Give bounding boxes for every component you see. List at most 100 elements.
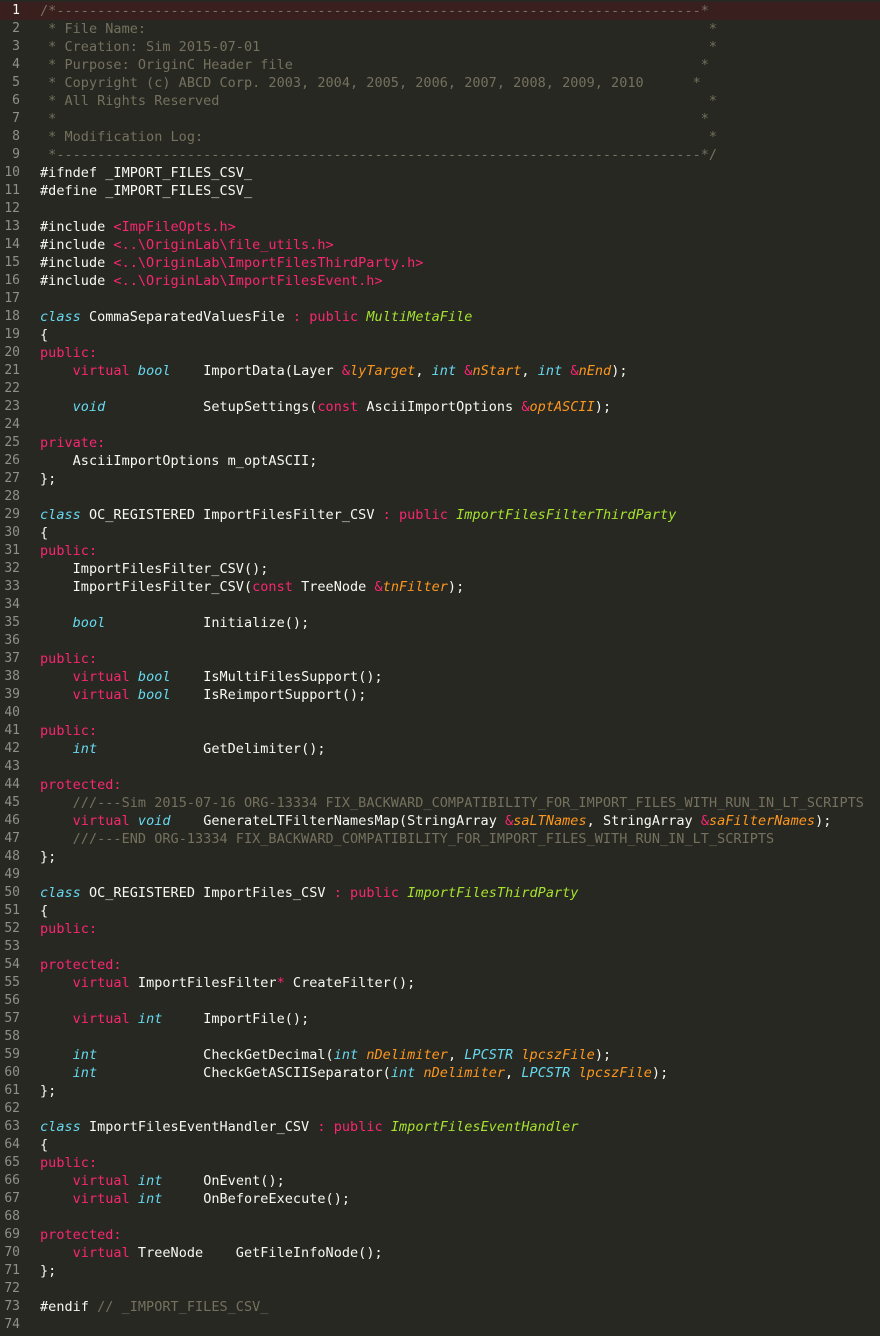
- code-token: // _IMPORT_FILES_CSV_: [97, 1299, 269, 1315]
- code-line[interactable]: 40: [0, 704, 880, 722]
- code-token: * Purpose: OriginC Header file *: [40, 57, 709, 73]
- code-line[interactable]: 43: [0, 758, 880, 776]
- code-token: void: [137, 813, 171, 829]
- code-token: lpcszFile: [521, 1047, 595, 1063]
- code-line[interactable]: 69 protected:: [0, 1226, 880, 1244]
- code-token: lyTarget: [350, 363, 416, 379]
- code-line[interactable]: 48};: [0, 848, 880, 866]
- code-line[interactable]: 28: [0, 488, 880, 506]
- line-number: 8: [12, 129, 20, 144]
- code-line[interactable]: 38 virtual bool IsMultiFilesSupport();: [0, 668, 880, 686]
- code-line[interactable]: 35 bool Initialize();: [0, 614, 880, 632]
- code-line[interactable]: 4 * Purpose: OriginC Header file *: [0, 56, 880, 74]
- code-line[interactable]: 29 class OC_REGISTERED ImportFilesFilter_…: [0, 506, 880, 524]
- code-line[interactable]: 60 int CheckGetASCIISeparator(int nDelim…: [0, 1064, 880, 1082]
- code-line[interactable]: 30 {: [0, 524, 880, 542]
- line-code: class OC_REGISTERED ImportFilesFilter_CS…: [40, 506, 676, 524]
- code-line[interactable]: 72: [0, 1280, 880, 1298]
- code-line[interactable]: 19 {: [0, 326, 880, 344]
- code-line[interactable]: 26 AsciiImportOptions m_optASCII;: [0, 452, 880, 470]
- code-line[interactable]: 46 virtual void GenerateLTFilterNamesMap…: [0, 812, 880, 830]
- code-line[interactable]: 1 /*-------------------------------------…: [0, 2, 880, 20]
- code-line[interactable]: 47 ///---END ORG-13334 FIX_BACKWARD_COMP…: [0, 830, 880, 848]
- code-line[interactable]: 24: [0, 416, 880, 434]
- code-token: class: [40, 885, 81, 901]
- code-line[interactable]: 70 virtual TreeNode GetFileInfoNode();: [0, 1244, 880, 1262]
- code-line[interactable]: 7 * *: [0, 110, 880, 128]
- code-token: public: [40, 921, 89, 937]
- code-line[interactable]: 18 class CommaSeparatedValuesFile : publi…: [0, 308, 880, 326]
- code-line[interactable]: 67 virtual int OnBeforeExecute();: [0, 1190, 880, 1208]
- code-token: &: [570, 363, 579, 379]
- line-number: 69: [4, 1227, 20, 1242]
- line-number: 13: [4, 219, 20, 234]
- code-line[interactable]: 62: [0, 1100, 880, 1118]
- code-line[interactable]: 41 public:: [0, 722, 880, 740]
- code-line[interactable]: 39 virtual bool IsReimportSupport();: [0, 686, 880, 704]
- code-line[interactable]: 54 protected:: [0, 956, 880, 974]
- code-line[interactable]: 11 #define _IMPORT_FILES_CSV_: [0, 182, 880, 200]
- line-number: 55: [4, 975, 20, 990]
- code-line[interactable]: 15 #include <..\OriginLab\ImportFilesThir…: [0, 254, 880, 272]
- code-line[interactable]: 45 ///---Sim 2015-07-16 ORG-13334 FIX_BA…: [0, 794, 880, 812]
- code-line[interactable]: 58: [0, 1028, 880, 1046]
- code-line[interactable]: 10 #ifndef _IMPORT_FILES_CSV_: [0, 164, 880, 182]
- code-token: TreeNode GetFileInfoNode();: [129, 1245, 383, 1261]
- code-editor[interactable]: 1 /*-------------------------------------…: [0, 0, 880, 1336]
- code-line[interactable]: 3 * Creation: Sim 2015-07-01 *: [0, 38, 880, 56]
- code-token: ///---Sim 2015-07-16 ORG-13334 FIX_BACKW…: [72, 795, 864, 811]
- code-line[interactable]: 31 public:: [0, 542, 880, 560]
- code-line[interactable]: 22: [0, 380, 880, 398]
- code-line[interactable]: 64 {: [0, 1136, 880, 1154]
- code-line[interactable]: 50 class OC_REGISTERED ImportFiles_CSV : …: [0, 884, 880, 902]
- code-line[interactable]: 9 *-------------------------------------…: [0, 146, 880, 164]
- code-token: bool: [137, 363, 171, 379]
- code-line[interactable]: 16 #include <..\OriginLab\ImportFilesEven…: [0, 272, 880, 290]
- code-line[interactable]: 68: [0, 1208, 880, 1226]
- code-line[interactable]: 55 virtual ImportFilesFilter* CreateFilt…: [0, 974, 880, 992]
- code-line[interactable]: 13 #include <ImpFileOpts.h>: [0, 218, 880, 236]
- code-line[interactable]: 65 public:: [0, 1154, 880, 1172]
- code-line[interactable]: 25 private:: [0, 434, 880, 452]
- code-line[interactable]: 12: [0, 200, 880, 218]
- code-line[interactable]: 63 class ImportFilesEventHandler_CSV : pu…: [0, 1118, 880, 1136]
- code-line[interactable]: 71};: [0, 1262, 880, 1280]
- line-number: 2: [12, 21, 20, 36]
- code-line[interactable]: 2 * File Name: *: [0, 20, 880, 38]
- code-line[interactable]: 44 protected:: [0, 776, 880, 794]
- code-line[interactable]: 27};: [0, 470, 880, 488]
- code-line[interactable]: 61};: [0, 1082, 880, 1100]
- code-line[interactable]: 53: [0, 938, 880, 956]
- line-code: * Purpose: OriginC Header file *: [40, 56, 709, 74]
- code-line[interactable]: 49: [0, 866, 880, 884]
- code-line[interactable]: 6 * All Rights Reserved *: [0, 92, 880, 110]
- code-line[interactable]: 5 * Copyright (c) ABCD Corp. 2003, 2004,…: [0, 74, 880, 92]
- code-line[interactable]: 14 #include <..\OriginLab\file_utils.h>: [0, 236, 880, 254]
- line-number: 17: [4, 291, 20, 306]
- code-line[interactable]: 21 virtual bool ImportData(Layer &lyTarg…: [0, 362, 880, 380]
- code-line[interactable]: 23 void SetupSettings(const AsciiImportO…: [0, 398, 880, 416]
- code-line[interactable]: 57 virtual int ImportFile();: [0, 1010, 880, 1028]
- code-line[interactable]: 59 int CheckGetDecimal(int nDelimiter, L…: [0, 1046, 880, 1064]
- code-line[interactable]: 74: [0, 1316, 880, 1334]
- code-line[interactable]: 32 ImportFilesFilter_CSV();: [0, 560, 880, 578]
- code-line[interactable]: 52 public:: [0, 920, 880, 938]
- code-token: * Creation: Sim 2015-07-01 *: [40, 39, 718, 55]
- code-line[interactable]: 17: [0, 290, 880, 308]
- line-number: 47: [4, 831, 20, 846]
- code-token: const: [317, 399, 359, 415]
- code-line[interactable]: 51 {: [0, 902, 880, 920]
- code-line[interactable]: 33 ImportFilesFilter_CSV(const TreeNode …: [0, 578, 880, 596]
- code-line[interactable]: 8 * Modification Log: *: [0, 128, 880, 146]
- code-line[interactable]: 66 virtual int OnEvent();: [0, 1172, 880, 1190]
- code-line[interactable]: 36: [0, 632, 880, 650]
- code-line[interactable]: 56: [0, 992, 880, 1010]
- code-token: #include: [40, 255, 114, 271]
- code-line[interactable]: 73 #endif // _IMPORT_FILES_CSV_: [0, 1298, 880, 1316]
- code-line[interactable]: 42 int GetDelimiter();: [0, 740, 880, 758]
- code-line[interactable]: 20 public:: [0, 344, 880, 362]
- code-line[interactable]: 37 public:: [0, 650, 880, 668]
- code-line[interactable]: 34: [0, 596, 880, 614]
